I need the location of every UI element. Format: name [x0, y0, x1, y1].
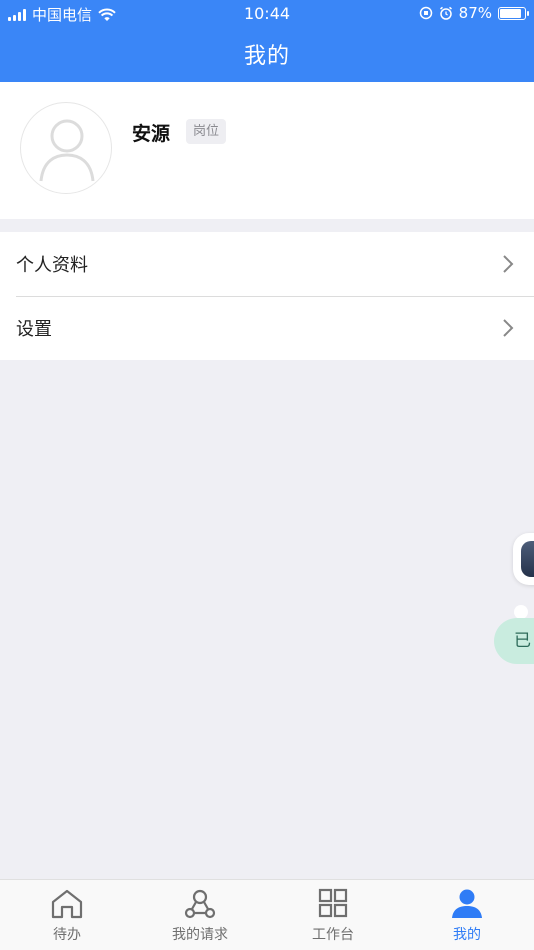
person-icon: [452, 889, 482, 918]
tab-label: 工作台: [312, 927, 354, 943]
rotation-lock-icon: [419, 6, 432, 20]
chevron-right-icon: [503, 319, 514, 337]
battery-fill: [500, 8, 521, 18]
battery-percent: 87%: [458, 4, 492, 22]
tab-bar: 待办 我的请求 工作台 我的: [0, 879, 534, 950]
chevron-right-icon: [503, 255, 514, 273]
tab-label: 我的: [453, 927, 481, 943]
menu-item-profile[interactable]: 个人资料: [0, 232, 534, 296]
floating-assistant-icon: [521, 541, 534, 577]
floating-assistant-button[interactable]: [513, 533, 534, 585]
user-name: 安源: [132, 123, 171, 145]
page-title: 我的: [243, 44, 290, 69]
menu-item-label: 设置: [16, 319, 52, 340]
tab-my-requests[interactable]: 我的请求: [133, 888, 267, 948]
tab-todo[interactable]: 待办: [0, 888, 134, 948]
tab-mine[interactable]: 我的: [400, 888, 534, 948]
home-icon: [51, 889, 83, 919]
profile-card[interactable]: 安源 岗位: [0, 82, 534, 219]
alarm-icon: [439, 6, 452, 20]
default-avatar-icon: [39, 119, 95, 182]
menu-item-settings[interactable]: 设置: [0, 296, 534, 360]
avatar[interactable]: [20, 102, 112, 194]
status-bar: 中国电信 10:44 87%: [0, 0, 534, 28]
tab-label: 我的请求: [172, 927, 228, 943]
network-icon: [184, 889, 216, 919]
floating-dot: [514, 605, 528, 619]
grid-icon: [318, 888, 348, 918]
header: 中国电信 10:44 87% 我的: [0, 0, 534, 82]
role-badge: 岗位: [186, 119, 227, 144]
settings-menu: 个人资料 设置: [0, 232, 534, 360]
tab-workbench[interactable]: 工作台: [266, 888, 400, 948]
battery-icon: [498, 6, 529, 20]
floating-pill-text: 已: [514, 631, 531, 651]
status-right: 87%: [419, 4, 529, 22]
tab-label: 待办: [53, 927, 81, 943]
menu-item-label: 个人资料: [16, 255, 88, 276]
floating-status-pill[interactable]: 已: [494, 618, 534, 664]
